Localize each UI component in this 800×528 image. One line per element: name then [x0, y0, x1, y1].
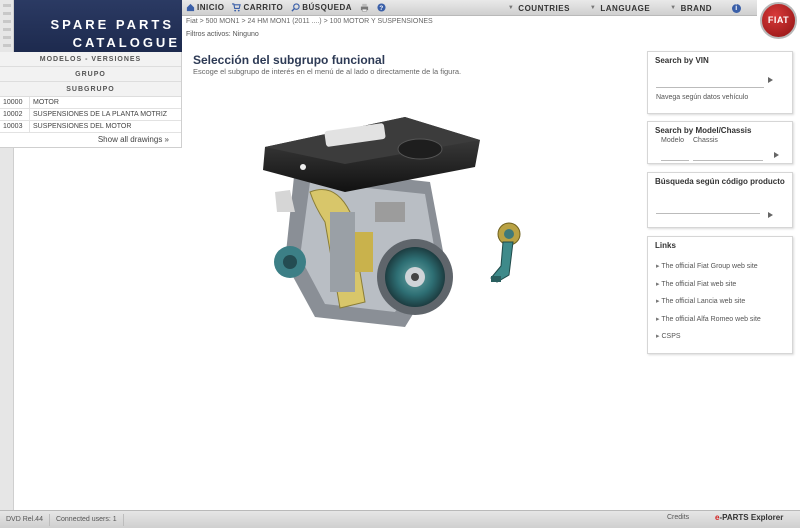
cart-icon: [232, 3, 242, 12]
link-fiat-group[interactable]: The official Fiat Group web site: [648, 258, 792, 276]
subgroup-code: 10000: [0, 97, 30, 108]
help-icon: ?: [377, 3, 386, 12]
brand-label: BRAND: [680, 3, 712, 13]
model-go-arrow-icon[interactable]: [774, 152, 779, 158]
credits-link[interactable]: Credits: [667, 514, 689, 521]
link-alfa-romeo[interactable]: The official Alfa Romeo web site: [648, 311, 792, 329]
chevron-down-icon: ▼: [507, 5, 515, 11]
busqueda-label: BÚSQUEDA: [302, 3, 353, 12]
breadcrumb[interactable]: Fiat > 500 MON1 > 24 HM MON1 (2011 ....)…: [186, 16, 756, 27]
product-code-search-panel: Búsqueda según código producto: [647, 172, 793, 228]
vin-go-arrow-icon[interactable]: [768, 77, 773, 83]
help-button[interactable]: ?: [373, 3, 390, 12]
menu-header-subgrupo[interactable]: SUBGRUPO: [0, 82, 181, 97]
browse-vehicle-data-link[interactable]: Navega según datos vehículo: [656, 94, 748, 101]
language-label: LANGUAGE: [600, 3, 651, 13]
subgroup-desc: MOTOR: [33, 99, 59, 106]
carrito-label: CARRITO: [243, 3, 284, 12]
top-toolbar: INICIO CARRITO BÚSQUEDA ? ▼ COUNTRIES ▼ …: [182, 0, 757, 16]
vin-search-panel: Search by VIN Navega según datos vehícul…: [647, 51, 793, 114]
subgroup-code: 10003: [0, 121, 30, 132]
language-dropdown[interactable]: ▼ LANGUAGE: [580, 4, 660, 13]
page-title: Selección del subgrupo funcional: [193, 53, 386, 67]
show-all-drawings-link[interactable]: Show all drawings »: [0, 133, 181, 147]
subgroup-row[interactable]: 10000 MOTOR: [0, 97, 181, 109]
subgroup-code: 10002: [0, 109, 30, 120]
vin-search-title: Search by VIN: [655, 56, 709, 65]
search-icon: [291, 3, 300, 12]
menu-header-grupo[interactable]: GRUPO: [0, 67, 181, 82]
connected-users: Connected users: 1: [50, 513, 124, 526]
product-code-go-arrow-icon[interactable]: [768, 212, 773, 218]
chassis-label: Chassis: [693, 137, 718, 144]
inicio-button[interactable]: INICIO: [182, 3, 228, 12]
page-subtitle: Escoge el subgrupo de interés en el menú…: [193, 67, 462, 76]
version-label: DVD Rel.44: [0, 513, 50, 526]
model-input[interactable]: [661, 160, 689, 161]
subgroup-desc: SUSPENSIONES DE LA PLANTA MOTRIZ: [33, 111, 168, 118]
product-code-input[interactable]: [656, 213, 760, 214]
printer-icon: [360, 3, 369, 12]
model-label: Modelo: [661, 137, 684, 144]
chassis-input[interactable]: [693, 160, 763, 161]
chevron-down-icon: ▼: [589, 5, 597, 11]
info-icon: i: [732, 3, 741, 13]
subgroup-row[interactable]: 10002 SUSPENSIONES DE LA PLANTA MOTRIZ: [0, 109, 181, 121]
fiat-brand-badge: FIAT: [760, 2, 797, 39]
engine-mount-drawing[interactable]: [485, 220, 530, 290]
svg-text:?: ?: [379, 5, 383, 12]
eparts-logo: e-PARTS Explorer: [715, 513, 783, 522]
active-filters: Filtros activos: Ninguno: [186, 31, 259, 38]
link-csps[interactable]: CSPS: [648, 328, 792, 346]
info-button[interactable]: i: [722, 3, 751, 13]
countries-dropdown[interactable]: ▼ COUNTRIES: [498, 4, 580, 13]
chevron-down-icon: ▼: [670, 5, 677, 11]
menu-header-modelos[interactable]: MODELOS - VERSIONES: [0, 52, 181, 67]
spare-parts-logo[interactable]: SPARE PARTS CATALOGUE: [14, 0, 182, 52]
eparts-text: -PARTS Explorer: [719, 513, 784, 522]
link-lancia[interactable]: The official Lancia web site: [648, 293, 792, 311]
product-code-title: Búsqueda según código producto: [655, 177, 785, 186]
subgroup-row[interactable]: 10003 SUSPENSIONES DEL MOTOR: [0, 121, 181, 133]
vin-input[interactable]: [656, 87, 764, 88]
links-panel: Links The official Fiat Group web site T…: [647, 236, 793, 354]
engine-drawing[interactable]: [255, 112, 485, 337]
countries-label: COUNTRIES: [518, 3, 570, 13]
app-window: SPARE PARTS CATALOGUE INICIO CARRITO BÚS…: [0, 0, 800, 528]
subgroup-desc: SUSPENSIONES DEL MOTOR: [33, 123, 132, 130]
left-menu: MODELOS - VERSIONES GRUPO SUBGRUPO 10000…: [0, 52, 182, 148]
print-button[interactable]: [356, 3, 373, 12]
inicio-label: INICIO: [197, 3, 225, 12]
model-chassis-search-panel: Search by Model/Chassis Modelo Chassis: [647, 121, 793, 164]
busqueda-button[interactable]: BÚSQUEDA: [287, 3, 356, 12]
links-title: Links: [655, 241, 676, 250]
model-chassis-title: Search by Model/Chassis: [655, 126, 752, 135]
status-bar: DVD Rel.44 Connected users: 1 Credits e-…: [0, 510, 800, 528]
brand-dropdown[interactable]: ▼ BRAND: [660, 4, 722, 13]
home-icon: [186, 3, 195, 12]
link-fiat[interactable]: The official Fiat web site: [648, 276, 792, 294]
logo-line1: SPARE PARTS: [50, 17, 174, 32]
carrito-button[interactable]: CARRITO: [228, 3, 287, 12]
logo-line2: CATALOGUE: [72, 35, 180, 50]
